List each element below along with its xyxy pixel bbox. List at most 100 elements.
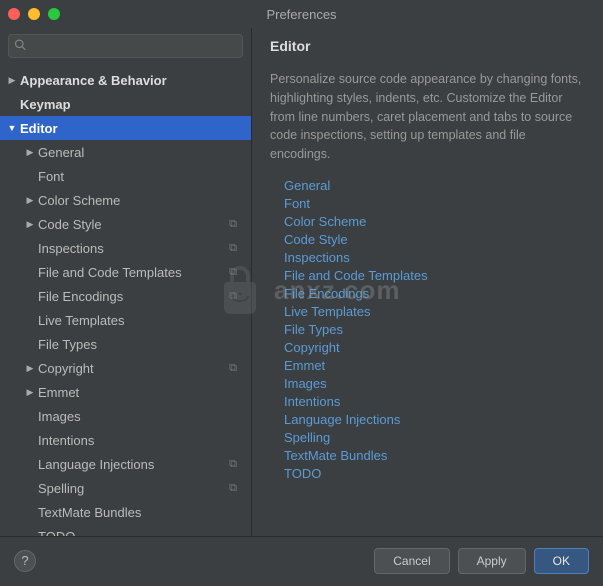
expand-arrow-icon[interactable]: ▶ — [4, 75, 20, 86]
tree-item-file-and-code-templates[interactable]: File and Code Templates⧉ — [0, 260, 251, 284]
expand-arrow-icon[interactable]: ▶ — [22, 363, 38, 374]
tree-item-emmet[interactable]: ▶Emmet — [0, 380, 251, 404]
list-item: Intentions — [284, 394, 585, 409]
page-description: Personalize source code appearance by ch… — [270, 70, 585, 164]
editor-link-textmate-bundles[interactable]: TextMate Bundles — [284, 448, 387, 463]
sidebar: ▶Appearance & BehaviorKeymap▼Editor▶Gene… — [0, 28, 252, 536]
editor-link-general[interactable]: General — [284, 178, 330, 193]
editor-link-todo[interactable]: TODO — [284, 466, 321, 481]
tree-item-copyright[interactable]: ▶Copyright⧉ — [0, 356, 251, 380]
tree-item-label: Keymap — [20, 97, 243, 112]
tree-item-keymap[interactable]: Keymap — [0, 92, 251, 116]
expand-arrow-icon[interactable]: ▶ — [22, 387, 38, 398]
tree-item-label: Inspections — [38, 241, 229, 256]
tree-item-label: File and Code Templates — [38, 265, 229, 280]
editor-link-file-types[interactable]: File Types — [284, 322, 343, 337]
tree-item-label: Emmet — [38, 385, 243, 400]
editor-link-emmet[interactable]: Emmet — [284, 358, 325, 373]
tree-item-language-injections[interactable]: Language Injections⧉ — [0, 452, 251, 476]
list-item: Font — [284, 196, 585, 211]
tree-item-appearance-behavior[interactable]: ▶Appearance & Behavior — [0, 68, 251, 92]
tree-item-spelling[interactable]: Spelling⧉ — [0, 476, 251, 500]
tree-item-textmate-bundles[interactable]: TextMate Bundles — [0, 500, 251, 524]
list-item: Copyright — [284, 340, 585, 355]
editor-link-spelling[interactable]: Spelling — [284, 430, 330, 445]
tree-item-todo[interactable]: TODO — [0, 524, 251, 536]
search-input[interactable] — [8, 34, 243, 58]
editor-link-font[interactable]: Font — [284, 196, 310, 211]
expand-arrow-icon[interactable]: ▶ — [22, 195, 38, 206]
tree-item-file-encodings[interactable]: File Encodings⧉ — [0, 284, 251, 308]
close-window-icon[interactable] — [8, 8, 20, 20]
list-item: Color Scheme — [284, 214, 585, 229]
expand-arrow-icon[interactable]: ▼ — [4, 123, 20, 133]
tree-item-label: General — [38, 145, 243, 160]
window-controls — [8, 8, 60, 20]
ok-button[interactable]: OK — [534, 548, 589, 574]
window-title: Preferences — [266, 7, 336, 22]
list-item: Spelling — [284, 430, 585, 445]
list-item: Language Injections — [284, 412, 585, 427]
editor-links: General Font Color Scheme Code Style Inspect… — [270, 178, 585, 481]
tree-item-label: Editor — [20, 121, 243, 136]
project-level-badge-icon: ⧉ — [229, 458, 237, 471]
search-icon — [14, 39, 26, 54]
project-level-badge-icon: ⧉ — [229, 482, 237, 495]
editor-link-file-and-code-templates[interactable]: File and Code Templates — [284, 268, 428, 283]
editor-link-language-injections[interactable]: Language Injections — [284, 412, 400, 427]
tree-item-label: Language Injections — [38, 457, 229, 472]
tree-item-label: Live Templates — [38, 313, 243, 328]
editor-link-code-style[interactable]: Code Style — [284, 232, 348, 247]
tree-item-label: File Types — [38, 337, 243, 352]
expand-arrow-icon[interactable]: ▶ — [22, 147, 38, 158]
tree-item-label: Code Style — [38, 217, 229, 232]
tree-item-images[interactable]: Images — [0, 404, 251, 428]
search-wrap — [0, 28, 251, 64]
list-item: Emmet — [284, 358, 585, 373]
tree-item-color-scheme[interactable]: ▶Color Scheme — [0, 188, 251, 212]
list-item: TextMate Bundles — [284, 448, 585, 463]
maximize-window-icon[interactable] — [48, 8, 60, 20]
content-area: ▶Appearance & BehaviorKeymap▼Editor▶Gene… — [0, 28, 603, 536]
tree-item-label: Images — [38, 409, 243, 424]
tree-item-label: File Encodings — [38, 289, 229, 304]
list-item: Code Style — [284, 232, 585, 247]
cancel-button[interactable]: Cancel — [374, 548, 449, 574]
tree-item-label: Appearance & Behavior — [20, 73, 243, 88]
tree-item-font[interactable]: Font — [0, 164, 251, 188]
preferences-tree: ▶Appearance & BehaviorKeymap▼Editor▶Gene… — [0, 64, 251, 536]
tree-item-label: Font — [38, 169, 243, 184]
tree-item-label: Intentions — [38, 433, 243, 448]
editor-link-images[interactable]: Images — [284, 376, 327, 391]
tree-item-label: TODO — [38, 529, 243, 537]
list-item: Images — [284, 376, 585, 391]
minimize-window-icon[interactable] — [28, 8, 40, 20]
apply-button[interactable]: Apply — [458, 548, 526, 574]
titlebar: Preferences — [0, 0, 603, 28]
page-title: Editor — [270, 38, 585, 54]
tree-item-editor[interactable]: ▼Editor — [0, 116, 251, 140]
help-button[interactable]: ? — [14, 550, 36, 572]
list-item: File and Code Templates — [284, 268, 585, 283]
main-panel: Editor Personalize source code appearanc… — [252, 28, 603, 536]
editor-link-copyright[interactable]: Copyright — [284, 340, 340, 355]
project-level-badge-icon: ⧉ — [229, 290, 237, 303]
list-item: Inspections — [284, 250, 585, 265]
tree-item-inspections[interactable]: Inspections⧉ — [0, 236, 251, 260]
editor-link-file-encodings[interactable]: File Encodings — [284, 286, 369, 301]
tree-item-label: TextMate Bundles — [38, 505, 243, 520]
footer: ? Cancel Apply OK — [0, 536, 603, 584]
list-item: Live Templates — [284, 304, 585, 319]
editor-link-intentions[interactable]: Intentions — [284, 394, 340, 409]
editor-link-live-templates[interactable]: Live Templates — [284, 304, 370, 319]
tree-item-file-types[interactable]: File Types — [0, 332, 251, 356]
tree-item-general[interactable]: ▶General — [0, 140, 251, 164]
tree-item-code-style[interactable]: ▶Code Style⧉ — [0, 212, 251, 236]
editor-link-color-scheme[interactable]: Color Scheme — [284, 214, 366, 229]
expand-arrow-icon[interactable]: ▶ — [22, 219, 38, 230]
tree-item-intentions[interactable]: Intentions — [0, 428, 251, 452]
editor-link-inspections[interactable]: Inspections — [284, 250, 350, 265]
project-level-badge-icon: ⧉ — [229, 362, 237, 375]
list-item: TODO — [284, 466, 585, 481]
tree-item-live-templates[interactable]: Live Templates — [0, 308, 251, 332]
